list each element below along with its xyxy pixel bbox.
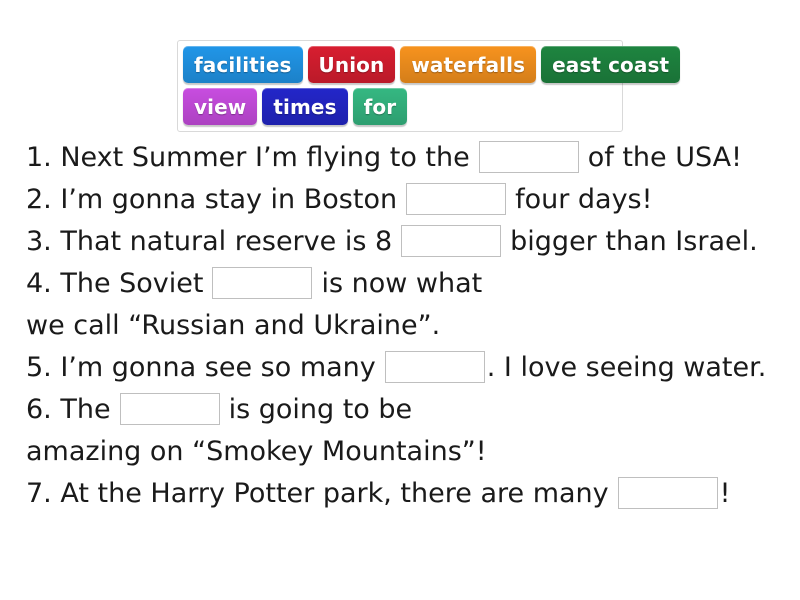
sentence-line: 5. I’m gonna see so many . I love seeing …: [26, 346, 790, 388]
word-tile[interactable]: waterfalls: [400, 46, 537, 83]
word-tile[interactable]: Union: [307, 46, 396, 83]
sentence-text-after: bigger than Israel.: [510, 225, 758, 257]
word-tile[interactable]: east coast: [541, 46, 681, 83]
word-tile[interactable]: for: [352, 88, 408, 125]
word-tile[interactable]: view: [183, 88, 258, 125]
sentence-line: amazing on “Smokey Mountains”!: [26, 430, 790, 472]
sentence-line: 1. Next Summer I’m flying to the of the U…: [26, 136, 790, 178]
answer-drop-zone[interactable]: [406, 183, 507, 215]
answer-drop-zone[interactable]: [119, 393, 220, 425]
sentence-text-after: . I love seeing water.: [486, 351, 767, 383]
sentence-text-after: !: [719, 477, 731, 509]
sentence-text-before: Next Summer I’m flying to the: [51, 141, 470, 173]
sentence-line: 2. I’m gonna stay in Boston four days!: [26, 178, 790, 220]
sentence-line: 7. At the Harry Potter park, there are m…: [26, 472, 790, 514]
sentence-line: 4. The Soviet is now what: [26, 262, 790, 304]
sentence-number: 1.: [26, 141, 52, 173]
word-bank-row: view times for: [183, 88, 617, 125]
sentence-line: 3. That natural reserve is 8 bigger than …: [26, 220, 790, 262]
sentence-text-after: four days!: [515, 183, 653, 215]
sentence-number: 4.: [26, 267, 52, 299]
sentence-number: 2.: [26, 183, 52, 215]
sentence-list: 1. Next Summer I’m flying to the of the U…: [26, 136, 790, 514]
answer-drop-zone[interactable]: [617, 477, 718, 509]
sentence-text-before: At the Harry Potter park, there are many: [51, 477, 609, 509]
sentence-text-before: amazing on “Smokey Mountains”!: [26, 435, 487, 467]
answer-drop-zone[interactable]: [478, 141, 579, 173]
sentence-number: 6.: [26, 393, 52, 425]
sentence-line: 6. The is going to be: [26, 388, 790, 430]
sentence-number: 5.: [26, 351, 52, 383]
sentence-line: we call “Russian and Ukraine”.: [26, 304, 790, 346]
sentence-text-before: we call “Russian and Ukraine”.: [26, 309, 441, 341]
answer-drop-zone[interactable]: [212, 267, 313, 299]
sentence-text-before: The Soviet: [51, 267, 204, 299]
sentence-text-before: That natural reserve is 8: [51, 225, 393, 257]
sentence-text-before: I’m gonna see so many: [51, 351, 376, 383]
sentence-text-after: of the USA!: [587, 141, 742, 173]
answer-drop-zone[interactable]: [401, 225, 502, 257]
sentence-number: 3.: [26, 225, 52, 257]
word-bank-row: facilities Union waterfalls east coast: [183, 46, 681, 83]
sentence-number: 7.: [26, 477, 52, 509]
word-bank: facilities Union waterfalls east coast view t…: [177, 40, 681, 132]
sentence-text-after: is now what: [321, 267, 483, 299]
sentence-text-before: I’m gonna stay in Boston: [51, 183, 398, 215]
sentence-text-before: The: [51, 393, 111, 425]
sentence-text-after: is going to be: [228, 393, 413, 425]
word-tile[interactable]: times: [262, 88, 348, 125]
word-tile[interactable]: facilities: [183, 46, 303, 83]
answer-drop-zone[interactable]: [384, 351, 485, 383]
